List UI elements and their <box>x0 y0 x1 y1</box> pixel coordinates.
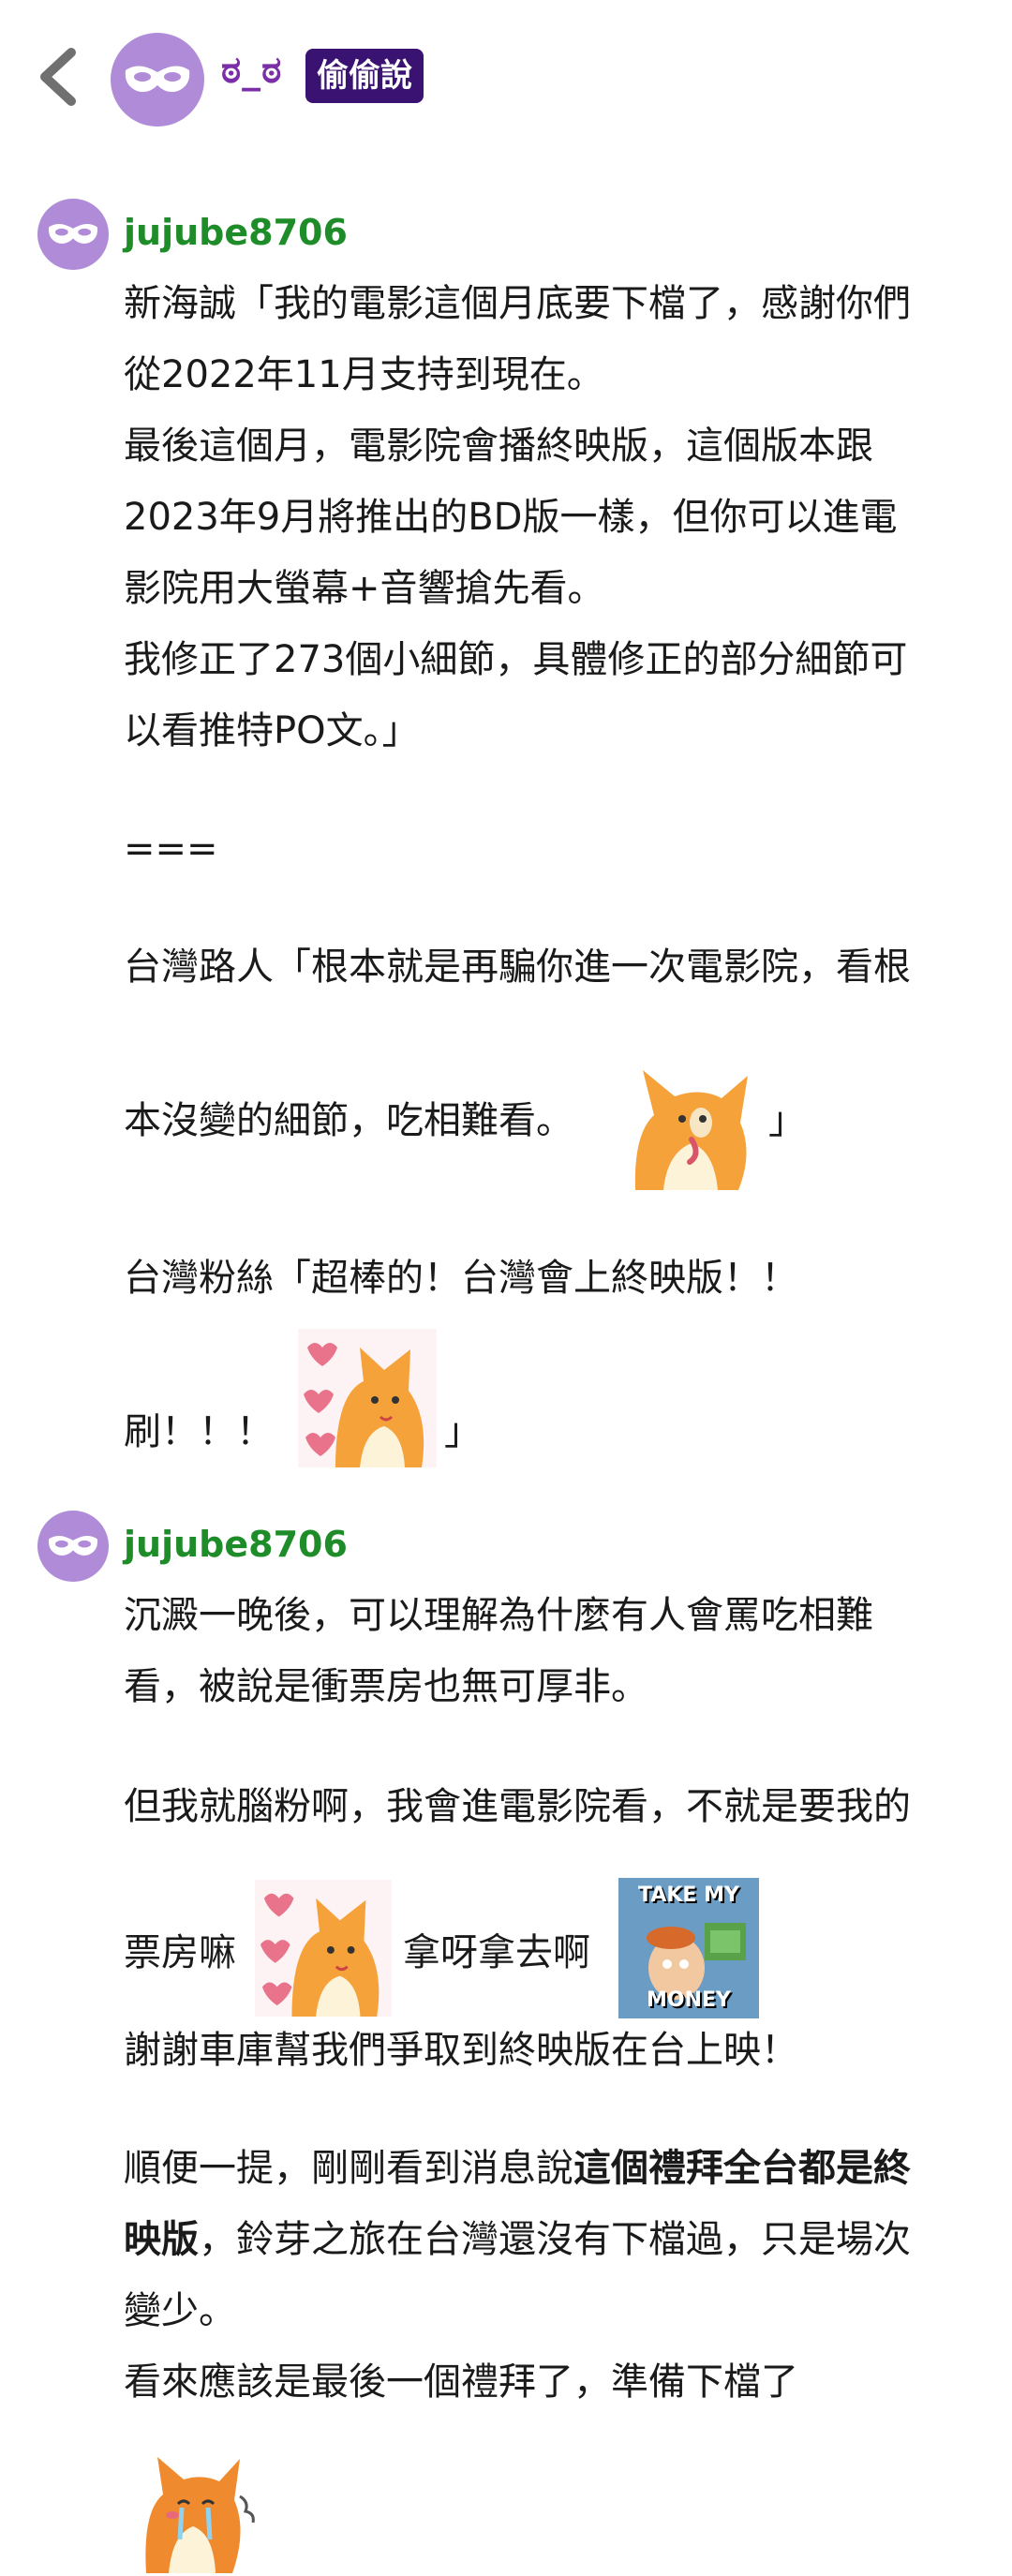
comment-text-line: 本沒變的細節，吃相難看。 <box>124 1099 573 1142</box>
author-avatar[interactable] <box>111 33 204 127</box>
comment-text-line: 刷！！！ <box>124 1410 274 1453</box>
comment-text-line: 謝謝車庫幫我們爭取到終映版在台上映！ <box>124 2029 798 2072</box>
mask-icon <box>48 223 98 244</box>
comment-text-line: 沉澱一晚後，可以理解為什麼有人會罵吃相難 <box>124 1594 873 1637</box>
comment-text-line: 新海誠「我的電影這個月底要下檔了，感謝你們 <box>124 282 911 325</box>
comment-text-line: 2023年9月將推出的BD版一樣，但你可以進電 <box>124 496 898 539</box>
fox-hearts-icon <box>255 1880 392 2017</box>
comment-text-line: 拿呀拿去啊 <box>403 1931 590 1974</box>
comment-text-line: 影院用大螢幕+音響搶先看。 <box>124 567 605 610</box>
back-button[interactable] <box>34 47 82 107</box>
mask-icon <box>125 66 190 93</box>
comment-text-line: 最後這個月，電影院會播終映版，這個版本跟 <box>124 424 873 468</box>
comment-text-line: 」 <box>444 1410 482 1453</box>
bold-text-span: 映版 <box>124 2218 199 2261</box>
anonymous-badge: 偷偷說 <box>305 49 424 103</box>
comment-author[interactable]: jujube8706 <box>124 1524 348 1565</box>
sticker-caption-top: TAKE MY <box>638 1884 739 1907</box>
comment-text-line: 順便一提，剛剛看到消息說這個禮拜全台都是終 <box>124 2133 995 2204</box>
fox-hearts-icon <box>298 1329 437 1467</box>
post-header: ಠ_ಠ 偷偷說 <box>0 0 1012 155</box>
fox-hearts-sticker <box>255 1880 392 2017</box>
comment-author[interactable]: jujube8706 <box>124 212 348 253</box>
comment-text-line: 但我就腦粉啊，我會進電影院看，不就是要我的 <box>124 1785 911 1828</box>
take-my-money-sticker: TAKE MY MONEY <box>618 1878 759 2018</box>
comment-text-line: 以看推特PO文。」 <box>124 709 420 752</box>
sticker-caption-bottom: MONEY <box>647 1988 731 2012</box>
comment-text-line: 從2022年11月支持到現在。 <box>124 353 604 396</box>
comment-text-line: 台灣路人「根本就是再騙你進一次電影院，看根 <box>124 946 911 989</box>
comment-avatar[interactable] <box>37 1511 109 1582</box>
fox-icon <box>634 1070 748 1190</box>
comment-text-line: 看來應該是最後一個禮拜了，準備下檔了 <box>124 2360 798 2404</box>
comment-text-line: 變少。 <box>124 2289 236 2332</box>
crying-fox-icon <box>145 2457 255 2573</box>
crying-fox-sticker <box>129 2436 266 2573</box>
comment-avatar[interactable] <box>37 199 109 270</box>
fox-hearts-sticker <box>298 1329 437 1467</box>
comment-text-line: 我修正了273個小細節，具體修正的部分細節可 <box>124 638 908 681</box>
chevron-left-icon <box>40 48 76 106</box>
comment-text-line: 看，被說是衝票房也無可厚非。 <box>124 1665 648 1708</box>
author-nickname[interactable]: ಠ_ಠ <box>221 49 282 92</box>
comment-text-line: 」 <box>768 1099 806 1142</box>
bold-text-span: 這個禮拜全台都是終 <box>573 2147 911 2190</box>
comment-text-line: 台灣粉絲「超棒的！台灣會上終映版！！ <box>124 1257 798 1300</box>
text-span: ，鈴芽之旅在台灣還沒有下檔過，只是場次 <box>199 2218 911 2261</box>
text-span: 順便一提，剛剛看到消息說 <box>124 2147 573 2190</box>
comment-text-line: 映版，鈴芽之旅在台灣還沒有下檔過，只是場次 <box>124 2204 995 2275</box>
fox-sticker <box>617 1050 757 1190</box>
separator-text: === <box>124 827 218 871</box>
mask-icon <box>48 1535 98 1556</box>
